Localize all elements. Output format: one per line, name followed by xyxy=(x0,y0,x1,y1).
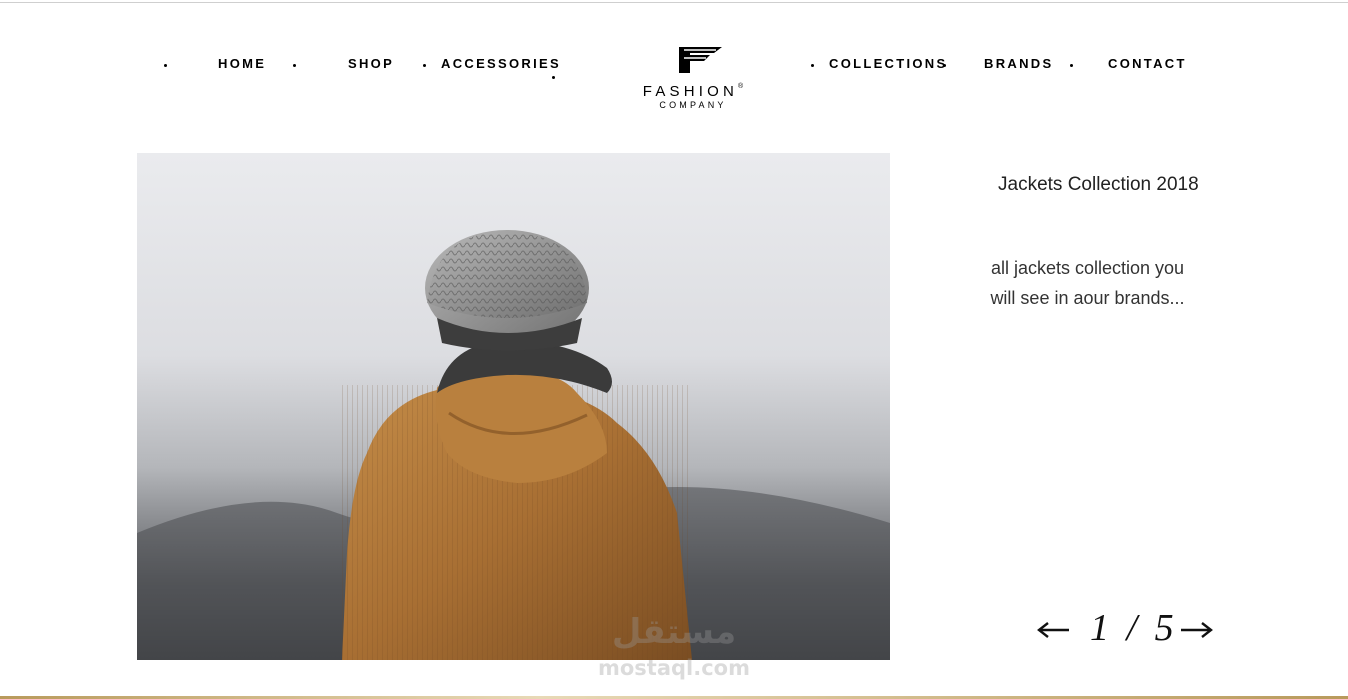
nav-dot xyxy=(1070,64,1073,67)
watermark-arabic: مستقل xyxy=(611,612,737,652)
arrow-right-icon[interactable] xyxy=(1180,618,1214,642)
slide-description-line: all jackets collection you xyxy=(990,258,1185,278)
nav-accessories[interactable]: ACCESSORIES xyxy=(441,56,561,71)
nav-dot xyxy=(552,76,555,79)
slide-current: 1 xyxy=(1090,607,1109,649)
slide-separator: / xyxy=(1126,607,1138,649)
nav-dot xyxy=(293,64,296,67)
slide-image xyxy=(137,153,890,660)
nav-collections[interactable]: COLLECTIONS xyxy=(829,56,947,71)
nav-dot xyxy=(423,64,426,67)
nav-dot xyxy=(811,64,814,67)
nav-contact[interactable]: CONTACT xyxy=(1108,56,1187,71)
watermark: مستقل mostaql.com xyxy=(588,612,760,682)
slide-counter: 1 / 5 xyxy=(1090,606,1174,650)
slide-description: all jackets collection you will see in a… xyxy=(960,253,1215,313)
arrow-left-icon[interactable] xyxy=(1036,618,1070,642)
person-in-hooded-jacket-photo xyxy=(137,153,890,660)
watermark-latin: mostaql.com xyxy=(598,656,750,680)
nav-brands[interactable]: BRANDS xyxy=(984,56,1053,71)
brand-logo[interactable]: FASHION® COMPANY xyxy=(618,42,768,114)
nav-shop[interactable]: SHOP xyxy=(348,56,394,71)
registered-mark: ® xyxy=(738,83,744,90)
nav-dot xyxy=(164,64,167,67)
slide-title: Jackets Collection 2018 xyxy=(998,174,1199,195)
logo-subtitle: COMPANY xyxy=(659,100,727,110)
slide-total: 5 xyxy=(1154,607,1174,649)
nav-dot xyxy=(943,64,946,67)
nav-home[interactable]: HOME xyxy=(218,56,266,71)
slide-description-line: will see in aour brands... xyxy=(990,288,1185,308)
logo-wordmark: FASHION® xyxy=(642,83,744,100)
slide-pager: 1 / 5 xyxy=(1036,606,1216,654)
logo-f-mark-icon xyxy=(679,47,722,73)
top-divider xyxy=(0,2,1348,3)
